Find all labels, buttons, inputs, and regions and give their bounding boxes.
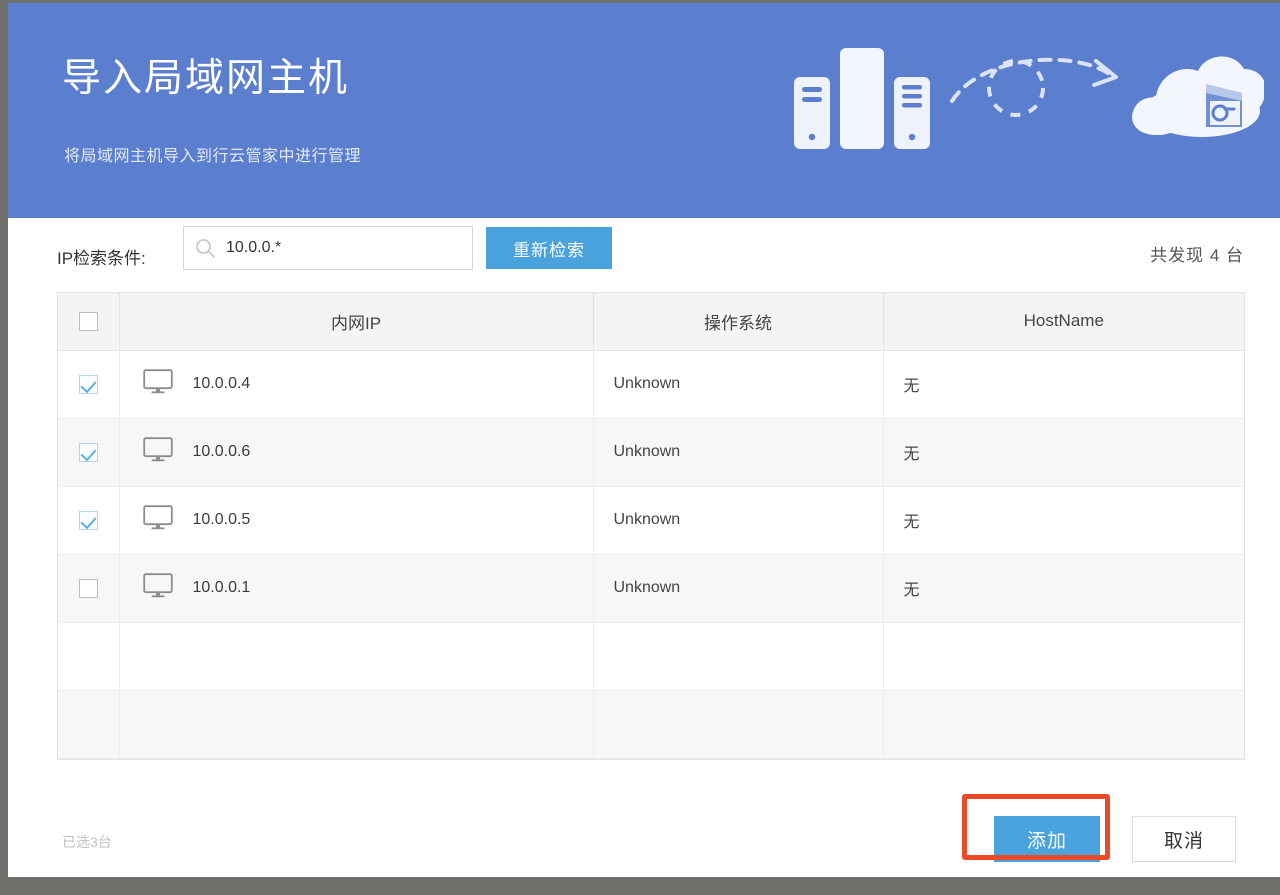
cancel-button[interactable]: 取消 xyxy=(1132,816,1236,862)
footer-row: 已选3台 添加 取消 xyxy=(8,800,1280,877)
host-table: 内网IP 操作系统 HostName 10.0.0.4Unknown无10.0.… xyxy=(57,292,1245,760)
cell-hostname: 无 xyxy=(883,418,1244,486)
cell-empty xyxy=(119,690,593,758)
cell-empty xyxy=(883,690,1244,758)
cell-os: Unknown xyxy=(593,418,883,486)
row-checkbox-cell[interactable] xyxy=(58,554,119,622)
selected-count-label: 已选3台 xyxy=(62,832,112,852)
servers-to-cloud-illustration xyxy=(784,31,1264,181)
found-count-label: 共发现 4 台 xyxy=(1150,241,1244,266)
rescan-button[interactable]: 重新检索 xyxy=(486,227,612,269)
table-row-empty xyxy=(58,622,1244,690)
add-button[interactable]: 添加 xyxy=(994,816,1100,862)
cell-os: Unknown xyxy=(593,554,883,622)
monitor-icon xyxy=(143,437,173,468)
search-row: IP检索条件: 10.0.0.* 重新检索 共发现 4 台 xyxy=(8,218,1280,293)
column-header-ip[interactable]: 内网IP xyxy=(119,293,593,350)
cell-hostname: 无 xyxy=(883,350,1244,418)
ip-text: 10.0.0.4 xyxy=(193,375,251,393)
window-frame: 导入局域网主机 将局域网主机导入到行云管家中进行管理 xyxy=(0,0,1280,895)
monitor-icon xyxy=(143,369,173,400)
row-checkbox[interactable] xyxy=(79,579,98,598)
table-header-row: 内网IP 操作系统 HostName xyxy=(58,293,1244,350)
row-checkbox-cell[interactable] xyxy=(58,350,119,418)
row-checkbox[interactable] xyxy=(79,375,98,394)
cell-ip: 10.0.0.5 xyxy=(119,486,593,554)
cell-os: Unknown xyxy=(593,350,883,418)
table-body: 10.0.0.4Unknown无10.0.0.6Unknown无10.0.0.5… xyxy=(58,350,1244,758)
page-title: 导入局域网主机 xyxy=(62,58,349,101)
cell-hostname: 无 xyxy=(883,554,1244,622)
search-input[interactable]: 10.0.0.* xyxy=(183,226,473,270)
dialog-body: IP检索条件: 10.0.0.* 重新检索 共发现 4 台 xyxy=(8,218,1280,877)
row-checkbox-cell[interactable] xyxy=(58,418,119,486)
cell-empty xyxy=(119,622,593,690)
column-header-os[interactable]: 操作系统 xyxy=(593,293,883,350)
table-row-empty xyxy=(58,690,1244,758)
cell-ip: 10.0.0.1 xyxy=(119,554,593,622)
search-icon xyxy=(184,227,226,269)
cell-empty xyxy=(58,622,119,690)
table-row[interactable]: 10.0.0.6 Unknown无 xyxy=(58,418,1244,486)
select-all-header xyxy=(58,293,119,350)
cell-ip: 10.0.0.4 xyxy=(119,350,593,418)
monitor-icon xyxy=(143,573,173,604)
table-header: 内网IP 操作系统 HostName xyxy=(58,293,1244,350)
page-subtitle: 将局域网主机导入到行云管家中进行管理 xyxy=(64,142,361,166)
ip-text: 10.0.0.1 xyxy=(193,579,251,597)
cell-empty xyxy=(593,690,883,758)
search-input-value[interactable]: 10.0.0.* xyxy=(226,239,472,257)
column-header-hostname[interactable]: HostName xyxy=(883,293,1244,350)
cell-empty xyxy=(58,690,119,758)
row-checkbox-cell[interactable] xyxy=(58,486,119,554)
cell-ip: 10.0.0.6 xyxy=(119,418,593,486)
monitor-icon xyxy=(143,505,173,536)
cell-empty xyxy=(883,622,1244,690)
table-row[interactable]: 10.0.0.4 Unknown无 xyxy=(58,350,1244,418)
row-checkbox[interactable] xyxy=(79,443,98,462)
header-banner: 导入局域网主机 将局域网主机导入到行云管家中进行管理 xyxy=(8,3,1280,218)
table-row[interactable]: 10.0.0.1 Unknown无 xyxy=(58,554,1244,622)
ip-text: 10.0.0.6 xyxy=(193,443,251,461)
cell-hostname: 无 xyxy=(883,486,1244,554)
cell-empty xyxy=(593,622,883,690)
dialog-window: 导入局域网主机 将局域网主机导入到行云管家中进行管理 xyxy=(8,3,1280,877)
ip-text: 10.0.0.5 xyxy=(193,511,251,529)
select-all-checkbox[interactable] xyxy=(79,312,98,331)
row-checkbox[interactable] xyxy=(79,511,98,530)
table-row[interactable]: 10.0.0.5 Unknown无 xyxy=(58,486,1244,554)
cell-os: Unknown xyxy=(593,486,883,554)
search-label: IP检索条件: xyxy=(57,244,146,269)
